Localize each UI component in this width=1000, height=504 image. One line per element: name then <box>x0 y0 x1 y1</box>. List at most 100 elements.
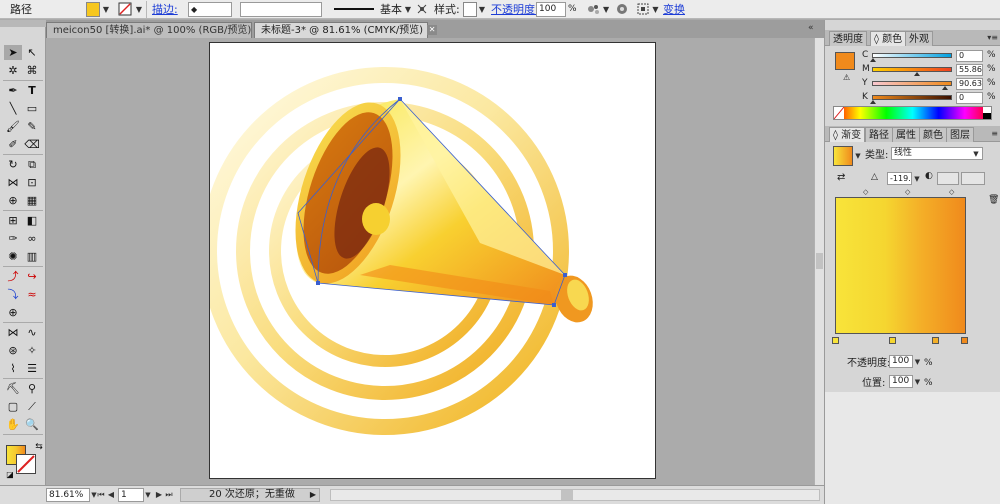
gradient-stop[interactable] <box>832 337 839 344</box>
wrinkle-tool-icon[interactable]: ☰ <box>23 361 41 376</box>
variable-width-field[interactable] <box>240 2 322 17</box>
brush-options-icon[interactable] <box>415 2 429 17</box>
symbol-sprayer-tool-icon[interactable]: ✺ <box>4 249 22 264</box>
blob-brush-tool-icon[interactable]: ✐ <box>4 137 22 152</box>
type-tool-icon[interactable]: T <box>23 83 41 98</box>
m-value-field[interactable]: 55.86 <box>956 64 983 76</box>
anchor-point[interactable] <box>316 281 320 285</box>
status-info-box[interactable]: 20 次还原；无重做 ▶ <box>180 488 320 502</box>
panel-menu-icon[interactable]: ≡ <box>991 128 998 140</box>
first-artboard-icon[interactable]: ⏮ <box>96 488 106 502</box>
prev-artboard-icon[interactable]: ◀ <box>106 488 116 502</box>
tabs-collapse-icon[interactable]: « <box>808 23 814 33</box>
color-spectrum[interactable] <box>833 106 992 120</box>
magic-wand-tool-icon[interactable]: ✲ <box>4 63 22 78</box>
artboard[interactable] <box>201 42 657 480</box>
profile-dropdown-icon[interactable]: ▼ <box>403 2 413 17</box>
rectangle-tool-icon[interactable]: ▭ <box>23 101 41 116</box>
live-paint-tool-icon[interactable]: ⛏ <box>4 381 22 396</box>
tab-color-2[interactable]: 颜色 <box>919 127 947 142</box>
tab-color[interactable]: ◊ 颜色 <box>870 31 907 46</box>
tab-appearance[interactable]: 外观 <box>905 31 933 46</box>
anchor-point[interactable] <box>552 303 556 307</box>
join-tool-icon[interactable]: ⤵ <box>4 287 22 302</box>
anchor-point[interactable] <box>398 97 402 101</box>
opacity-link[interactable]: 不透明度: <box>491 2 539 17</box>
gradient-stop[interactable] <box>932 337 939 344</box>
next-artboard-icon[interactable]: ▶ <box>154 488 164 502</box>
slider-c[interactable]: C 0 % <box>825 50 1000 63</box>
stroke-dropdown-icon[interactable]: ▼ <box>135 2 143 17</box>
zoom-tool-icon[interactable]: 🔍 <box>23 417 41 432</box>
c-value-field[interactable]: 0 <box>956 50 983 62</box>
gradient-stop[interactable] <box>889 337 896 344</box>
align-grid-icon[interactable] <box>636 2 652 17</box>
curve-tool-icon[interactable]: ↪ <box>23 269 41 284</box>
graphic-style-swatch[interactable] <box>463 2 477 17</box>
midpoint-diamond[interactable]: ◇ <box>905 188 910 196</box>
tab-pathfinder[interactable]: 路径 <box>865 127 893 142</box>
midpoint-diamond[interactable]: ◇ <box>949 188 954 196</box>
last-artboard-icon[interactable]: ⏭ <box>164 488 174 502</box>
scale-tool-icon[interactable]: ⧉ <box>23 157 41 172</box>
y-value-field[interactable]: 90.63 <box>956 78 983 90</box>
pen-tool-icon[interactable]: ✒ <box>4 83 22 98</box>
paintbrush-tool-icon[interactable]: 🖌 <box>4 119 22 134</box>
crosshair-tool-icon[interactable]: ⊕ <box>4 305 22 320</box>
slice-tool-icon[interactable]: ⤴ <box>4 269 22 284</box>
artboard-tool-icon[interactable]: ▢ <box>4 399 22 414</box>
tab-transparency[interactable]: 透明度 <box>829 31 867 46</box>
stroke-swatch[interactable] <box>117 2 135 17</box>
tab-attributes[interactable]: 属性 <box>892 127 920 142</box>
gradient-preview[interactable] <box>835 197 966 334</box>
tab-layers[interactable]: 图层 <box>946 127 974 142</box>
rotate-tool-icon[interactable]: ↻ <box>4 157 22 172</box>
tab-gradient[interactable]: ◊ 渐变 <box>829 127 866 142</box>
gradient-swatch[interactable] <box>833 146 853 166</box>
fill-swatch[interactable] <box>86 2 100 17</box>
stroke-profile-preview[interactable] <box>330 2 376 17</box>
default-colors-icon[interactable]: ◪ <box>1 467 19 482</box>
artboard-dropdown-icon[interactable]: ▼ <box>144 488 152 502</box>
free-transform-tool-icon[interactable]: ⊡ <box>23 175 41 190</box>
gradient-dropdown-icon[interactable]: ▼ <box>854 149 862 164</box>
tab-untitled-3[interactable]: 未标题-3* @ 81.61% (CMYK/预览) ✕ <box>254 22 438 38</box>
vertical-scroll-thumb[interactable] <box>816 253 823 269</box>
artboard-number-field[interactable]: 1 <box>118 488 144 502</box>
lasso-tool-icon[interactable]: ⌘ <box>23 63 41 78</box>
direct-selection-tool-icon[interactable]: ↖ <box>23 45 41 60</box>
zoom-field[interactable]: 81.61% <box>46 488 90 502</box>
live-paint-select-icon[interactable]: ⚲ <box>23 381 41 396</box>
type-dropdown-icon[interactable]: ▼ <box>971 147 981 162</box>
smooth-tool-icon[interactable]: ≈ <box>23 287 41 302</box>
gradient-stop[interactable] <box>961 337 968 344</box>
stroke-color-box[interactable] <box>16 454 36 474</box>
selection-tool-icon[interactable]: ➤ <box>4 45 22 60</box>
column-graph-tool-icon[interactable]: ▥ <box>23 249 41 264</box>
status-menu-icon[interactable]: ▶ <box>310 490 316 499</box>
shape-builder-tool-icon[interactable]: ⊕ <box>4 193 22 208</box>
mesh-tool-icon[interactable]: ⊞ <box>4 213 22 228</box>
gradient-tool-icon[interactable]: ◧ <box>23 213 41 228</box>
isolate-icon[interactable] <box>614 2 630 17</box>
stroke-weight-field[interactable]: ◆ <box>188 2 232 17</box>
tools-grip[interactable] <box>0 20 46 27</box>
blend-tool-icon[interactable]: ∞ <box>23 231 41 246</box>
warp-tool-icon[interactable]: ⋈ <box>4 325 22 340</box>
perspective-grid-tool-icon[interactable]: ▦ <box>23 193 41 208</box>
gradient-type-select[interactable]: 线性 <box>891 147 983 160</box>
angle-dropdown-icon[interactable]: ▼ <box>913 172 921 187</box>
delete-stop-icon[interactable]: 🗑 <box>988 195 999 205</box>
line-tool-icon[interactable]: ╲ <box>4 101 22 116</box>
horizontal-scroll-thumb[interactable] <box>561 490 573 500</box>
pencil-tool-icon[interactable]: ✎ <box>23 119 41 134</box>
fill-dropdown-icon[interactable]: ▼ <box>101 2 111 17</box>
tab-meicon50[interactable]: meicon50 [转换].ai* @ 100% (RGB/预览)✕ <box>46 22 266 38</box>
stroke-link[interactable]: 描边: <box>152 2 178 17</box>
eraser-tool-icon[interactable]: ⌫ <box>23 137 41 152</box>
pucker-tool-icon[interactable]: ✧ <box>23 343 41 358</box>
opacity-dropdown-icon[interactable]: ▼ <box>914 355 921 370</box>
megaphone-artwork[interactable] <box>201 43 657 480</box>
stop-position-field[interactable]: 100 <box>889 375 913 388</box>
position-dropdown-icon[interactable]: ▼ <box>914 375 921 390</box>
